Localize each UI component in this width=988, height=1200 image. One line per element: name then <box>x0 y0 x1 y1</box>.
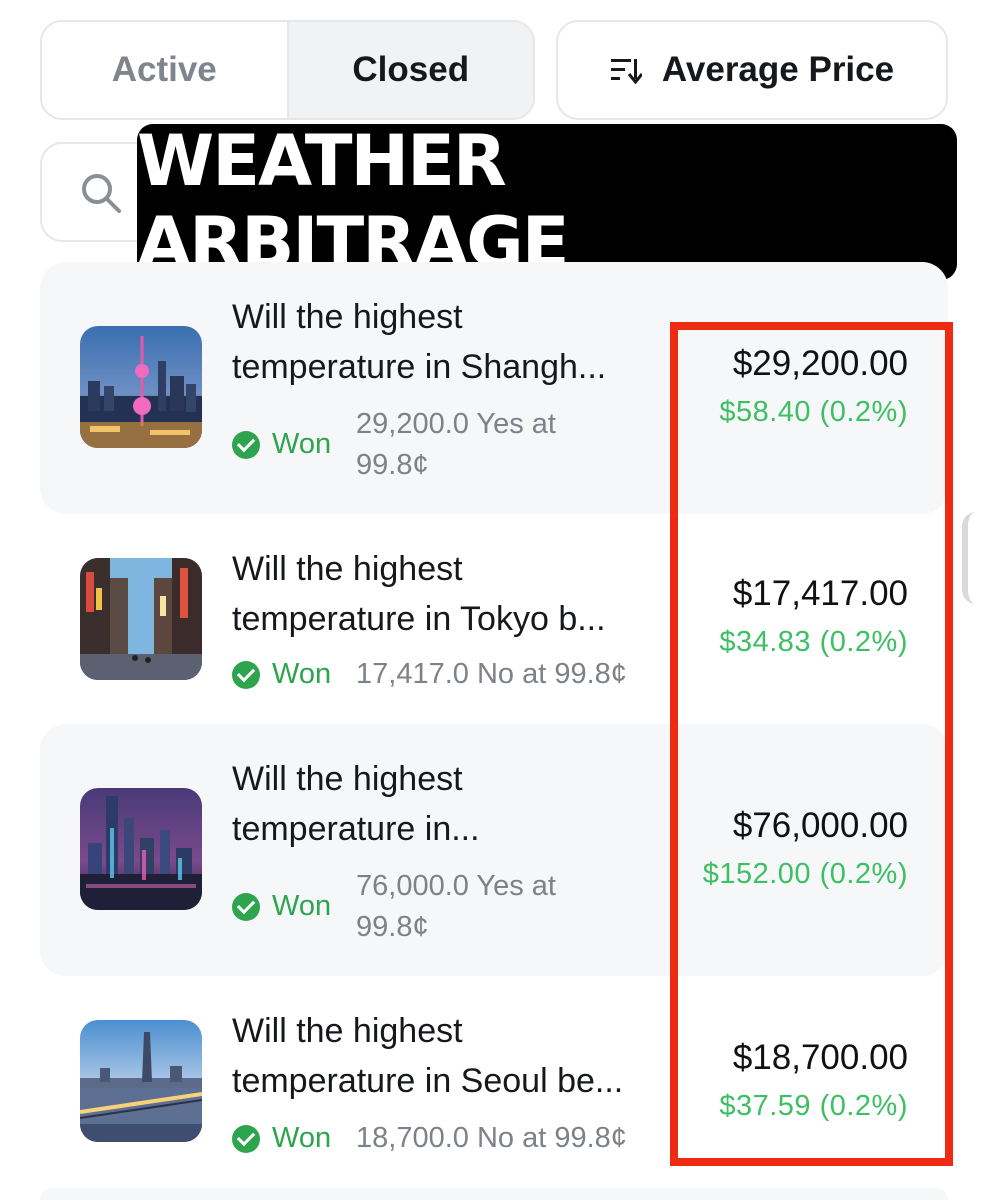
market-title: Will the highest temperature in... <box>232 760 480 848</box>
market-title: Will the highest temperature in Tokyo b.… <box>232 550 606 638</box>
status-badge: Won <box>232 1122 331 1155</box>
tab-active[interactable]: Active <box>42 22 287 118</box>
sort-label: Average Price <box>661 50 895 89</box>
status-badge: Won <box>232 890 331 923</box>
sort-button[interactable]: Average Price <box>556 20 948 120</box>
check-circle-icon <box>232 1124 260 1153</box>
banner-text: WEATHER ARBITRAGE <box>137 120 570 284</box>
scrollbar[interactable] <box>962 512 980 604</box>
status-badge: Won <box>232 658 331 691</box>
sort-descending-icon <box>610 59 642 84</box>
market-thumbnail-shanghai <box>80 326 202 448</box>
market-title: Will the highest temperature in Seoul be… <box>232 1012 624 1100</box>
search-icon <box>82 174 121 213</box>
market-thumbnail-city <box>80 788 202 910</box>
highlight-box <box>670 322 953 1166</box>
check-circle-icon <box>232 892 260 921</box>
position-status-toggle: Active Closed <box>40 20 535 120</box>
check-circle-icon <box>232 660 260 689</box>
market-thumbnail-seoul <box>80 1020 202 1142</box>
position-row-partial <box>40 1188 948 1200</box>
position-detail: 29,200.0 Yes at 99.8¢ <box>356 408 556 481</box>
market-title: Will the highest temperature in Shangh..… <box>232 298 607 386</box>
position-detail: 76,000.0 Yes at 99.8¢ <box>356 870 556 943</box>
tab-closed[interactable]: Closed <box>286 22 533 118</box>
market-thumbnail-tokyo <box>80 558 202 680</box>
position-detail: 17,417.0 No at 99.8¢ <box>356 658 627 690</box>
check-circle-icon <box>232 430 260 459</box>
status-badge: Won <box>232 428 331 461</box>
position-detail: 18,700.0 No at 99.8¢ <box>356 1122 627 1154</box>
title-banner: WEATHER ARBITRAGE <box>137 120 957 284</box>
